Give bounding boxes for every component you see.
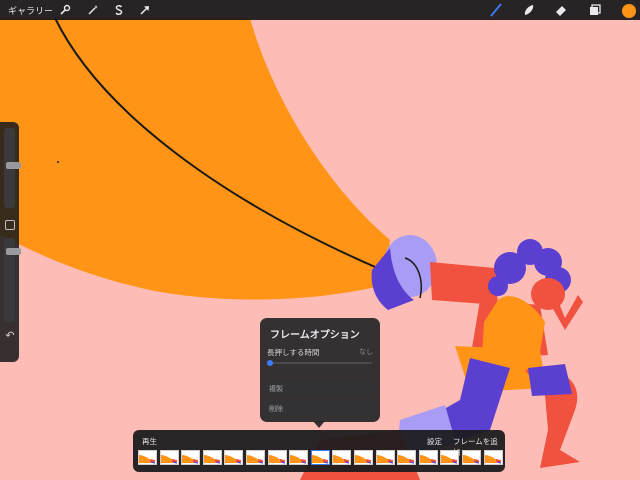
frame-thumbnail[interactable]	[267, 450, 287, 465]
smudge-icon[interactable]	[521, 2, 537, 18]
delete-button[interactable]: 削除	[266, 400, 374, 416]
frame-thumbnail[interactable]	[418, 450, 438, 465]
brush-size-thumb[interactable]	[6, 161, 21, 169]
animation-timeline: 再生 設定 フレームを追加	[133, 430, 505, 472]
settings-button[interactable]: 設定	[427, 436, 442, 447]
frame-strip	[138, 450, 503, 467]
hold-duration-knob[interactable]	[267, 360, 273, 366]
hold-duration-value: なし	[359, 348, 373, 356]
popover-title: フレームオプション	[270, 330, 360, 341]
frame-thumbnail[interactable]	[397, 450, 417, 465]
modify-button[interactable]	[5, 220, 15, 230]
transform-arrow-icon[interactable]	[137, 2, 153, 18]
brush-icon[interactable]	[488, 2, 504, 18]
color-picker-button[interactable]	[621, 3, 637, 19]
popover-arrow	[313, 421, 325, 428]
frame-thumbnail[interactable]	[159, 450, 179, 465]
frame-thumbnail[interactable]	[332, 450, 352, 465]
frame-thumbnail[interactable]	[375, 450, 395, 465]
left-sidebar: ↶	[0, 122, 21, 362]
selection-icon[interactable]	[111, 2, 127, 18]
opacity-thumb[interactable]	[6, 248, 21, 256]
frame-thumbnail[interactable]	[245, 450, 265, 465]
opacity-slider[interactable]	[4, 238, 21, 322]
gallery-button[interactable]: ギャラリー	[8, 4, 53, 17]
brush-size-slider[interactable]	[4, 128, 21, 208]
frame-thumbnail[interactable]	[224, 450, 244, 465]
frame-options-popover: フレームオプション 長押しする時間 なし 複製 削除	[260, 318, 380, 422]
frame-thumbnail[interactable]	[461, 450, 481, 465]
frame-thumbnail[interactable]	[440, 450, 460, 465]
top-toolbar: ギャラリー	[0, 0, 640, 20]
undo-arrow-icon[interactable]: ↶	[4, 330, 16, 342]
duplicate-label: 複製	[269, 385, 283, 393]
play-button[interactable]: 再生	[142, 436, 157, 447]
frame-thumbnail[interactable]	[310, 450, 330, 465]
frame-thumbnail[interactable]	[181, 450, 201, 465]
layers-icon[interactable]	[587, 2, 603, 18]
duplicate-button[interactable]: 複製	[266, 380, 374, 396]
hold-duration-slider[interactable]	[267, 360, 372, 366]
delete-label: 削除	[269, 405, 283, 413]
frame-thumbnail[interactable]	[483, 450, 503, 465]
wrench-icon[interactable]	[57, 2, 73, 18]
frame-thumbnail[interactable]	[138, 450, 157, 465]
frame-thumbnail[interactable]	[202, 450, 222, 465]
frame-thumbnail[interactable]	[353, 450, 373, 465]
eraser-icon[interactable]	[553, 2, 569, 18]
magic-wand-icon[interactable]	[85, 2, 101, 18]
hold-duration-label: 長押しする時間	[267, 348, 320, 357]
frame-thumbnail[interactable]	[289, 450, 309, 465]
